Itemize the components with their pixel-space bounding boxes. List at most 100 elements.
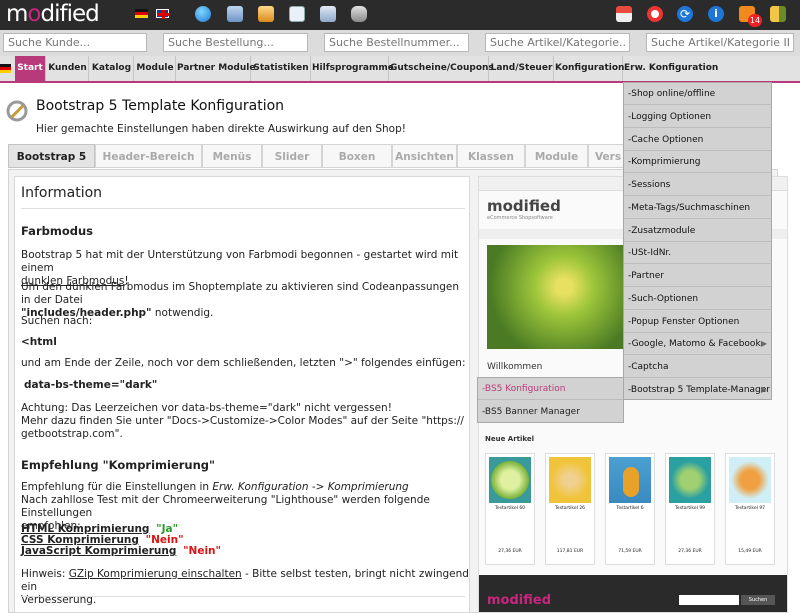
- menu-item-meta-tags[interactable]: -Meta-Tags/Suchmaschinen: [624, 197, 771, 219]
- wrench-icon: [6, 100, 28, 122]
- logo[interactable]: modified: [6, 1, 100, 27]
- menu-item-shop-online[interactable]: -Shop online/offline: [624, 83, 771, 105]
- preview-product: Testartikel 6 71,59 EUR: [605, 453, 655, 565]
- product-price: 27,36 EUR: [498, 549, 522, 554]
- chevron-right-icon: ▶: [760, 339, 767, 348]
- preview-new-articles: Neue Artikel: [485, 435, 535, 443]
- menu-item-komprimierung[interactable]: -Komprimierung: [624, 151, 771, 173]
- nav-partner-module[interactable]: Partner Module: [177, 56, 255, 81]
- product-price: 117,81 EUR: [556, 549, 584, 554]
- search-order-number-input[interactable]: [324, 33, 469, 52]
- orders-icon[interactable]: [289, 6, 305, 22]
- tab-bootstrap5[interactable]: Bootstrap 5: [8, 144, 95, 168]
- german-flag-icon[interactable]: [135, 9, 148, 18]
- product-price: 15,49 EUR: [738, 549, 762, 554]
- preview-product: Testartikel 26 117,81 EUR: [545, 453, 595, 565]
- menu-item-such-optionen[interactable]: -Such-Optionen: [624, 288, 771, 310]
- nav-start[interactable]: Start: [15, 56, 46, 81]
- menu-item-cache[interactable]: -Cache Optionen: [624, 129, 771, 151]
- page-subtitle: Hier gemachte Einstellungen haben direkt…: [36, 123, 406, 135]
- nav-gutscheine[interactable]: Gutscheine/Coupons: [390, 56, 494, 81]
- menu-item-bootstrap5-manager[interactable]: -Bootstrap 5 Template-Manager ▶: [624, 379, 771, 401]
- menu-item-captcha[interactable]: -Captcha: [624, 356, 771, 378]
- tab-klassen[interactable]: Klassen: [457, 144, 525, 168]
- erw-konfiguration-dropdown: -Shop online/offline -Logging Optionen -…: [623, 82, 772, 400]
- products-icon[interactable]: [227, 6, 243, 22]
- product-image: [669, 457, 711, 503]
- code-theme: data-bs-theme="dark": [24, 379, 158, 391]
- search-article-id-input[interactable]: [646, 33, 794, 52]
- js-compression: JavaScript Komprimierung "Nein": [21, 545, 222, 557]
- search-bar: [0, 30, 800, 56]
- english-flag-icon[interactable]: [156, 9, 170, 19]
- nav-katalog[interactable]: Katalog: [90, 56, 134, 81]
- search-article-input[interactable]: [485, 33, 630, 52]
- gzip-link[interactable]: GZip Komprimierung einschalten: [69, 568, 242, 580]
- flag-small-icon: [0, 64, 11, 73]
- product-image: [729, 457, 771, 503]
- preview-product: Testartikel 99 27,36 EUR: [665, 453, 715, 565]
- database-icon[interactable]: [351, 6, 367, 22]
- search-order-input[interactable]: [163, 33, 308, 52]
- product-name: Testartikel 60: [494, 506, 526, 511]
- menu-item-ust-idnr[interactable]: -USt-IdNr.: [624, 242, 771, 264]
- customers-icon[interactable]: [258, 6, 274, 22]
- product-name: Testartikel 97: [734, 506, 766, 511]
- logout-icon[interactable]: [770, 6, 786, 22]
- nav-hilfsprogramme[interactable]: Hilfsprogramme: [312, 56, 394, 81]
- preview-slider-image: [487, 245, 627, 349]
- submenu-bs5-konfiguration[interactable]: -BS5 Konfiguration: [478, 378, 623, 400]
- insert-text: und am Ende der Zeile, noch vor dem schl…: [21, 357, 466, 369]
- nav-erw-konfiguration[interactable]: Erw. Konfiguration: [624, 56, 718, 81]
- tab-slider[interactable]: Slider: [262, 144, 322, 168]
- tab-vers[interactable]: Vers: [588, 144, 624, 168]
- main-nav: Start Kunden Katalog Module Partner Modu…: [0, 56, 800, 83]
- product-image: [549, 457, 591, 503]
- tab-ansichten[interactable]: Ansichten: [392, 144, 457, 168]
- menu-item-google-matomo[interactable]: -Google, Matomo & Facebook ▶: [624, 333, 771, 355]
- product-name: Testartikel 26: [554, 506, 586, 511]
- nav-module[interactable]: Module: [135, 56, 176, 81]
- top-bar: modified ⟳ i 14: [0, 0, 800, 30]
- menu-item-sessions[interactable]: -Sessions: [624, 174, 771, 196]
- menu-item-popup[interactable]: -Popup Fenster Optionen: [624, 311, 771, 333]
- farbmodus-heading: Farbmodus: [21, 224, 93, 238]
- search-customer-input[interactable]: [3, 33, 147, 52]
- product-name: Testartikel 99: [674, 506, 706, 511]
- tab-module[interactable]: Module: [525, 144, 588, 168]
- preview-footer: modified Suchen: [479, 575, 787, 612]
- nav-kunden[interactable]: Kunden: [47, 56, 89, 81]
- menu-item-partner[interactable]: -Partner: [624, 265, 771, 287]
- tab-boxen[interactable]: Boxen: [322, 144, 392, 168]
- help-lifebuoy-icon[interactable]: [647, 6, 663, 22]
- tab-menues[interactable]: Menüs: [202, 144, 262, 168]
- nav-konfiguration[interactable]: Konfiguration: [555, 56, 624, 81]
- divider: [21, 596, 465, 597]
- hint-text: Hinweis: GZip Komprimierung einschalten …: [21, 568, 469, 606]
- nav-statistiken[interactable]: Statistiken: [252, 56, 311, 81]
- product-price: 71,59 EUR: [618, 549, 642, 554]
- info-heading: Information: [21, 185, 103, 201]
- refresh-icon[interactable]: ⟳: [677, 6, 693, 22]
- nav-land-steuer[interactable]: Land/Steuer: [490, 56, 554, 81]
- shop-icon[interactable]: [616, 6, 632, 22]
- submenu-bs5-banner-manager[interactable]: -BS5 Banner Manager: [478, 401, 623, 423]
- preview-tagline: eCommerce Shopsoftware: [487, 215, 553, 221]
- page-title: Bootstrap 5 Template Konfiguration: [36, 98, 285, 114]
- info-content: Information Farbmodus Bootstrap 5 hat mi…: [14, 176, 470, 613]
- product-image: [609, 457, 651, 503]
- tab-header-bereich[interactable]: Header-Bereich: [95, 144, 202, 168]
- info-icon[interactable]: i: [708, 6, 724, 22]
- preview-logo: modified: [487, 197, 561, 215]
- warning-text: Achtung: Das Leerzeichen vor data-bs-the…: [21, 402, 464, 440]
- chevron-right-icon: ▶: [760, 385, 767, 394]
- product-name: Testartikel 6: [616, 506, 644, 511]
- menu-item-zusatzmodule[interactable]: -Zusatzmodule: [624, 220, 771, 242]
- bootstrap5-submenu: -BS5 Konfiguration -BS5 Banner Manager: [477, 377, 624, 423]
- globe-icon[interactable]: [195, 6, 211, 22]
- search-for-text: Suchen nach:: [21, 315, 93, 327]
- documents-icon[interactable]: [320, 6, 336, 22]
- menu-item-logging[interactable]: -Logging Optionen: [624, 106, 771, 128]
- divider: [21, 208, 465, 209]
- code-html: <html: [21, 336, 57, 348]
